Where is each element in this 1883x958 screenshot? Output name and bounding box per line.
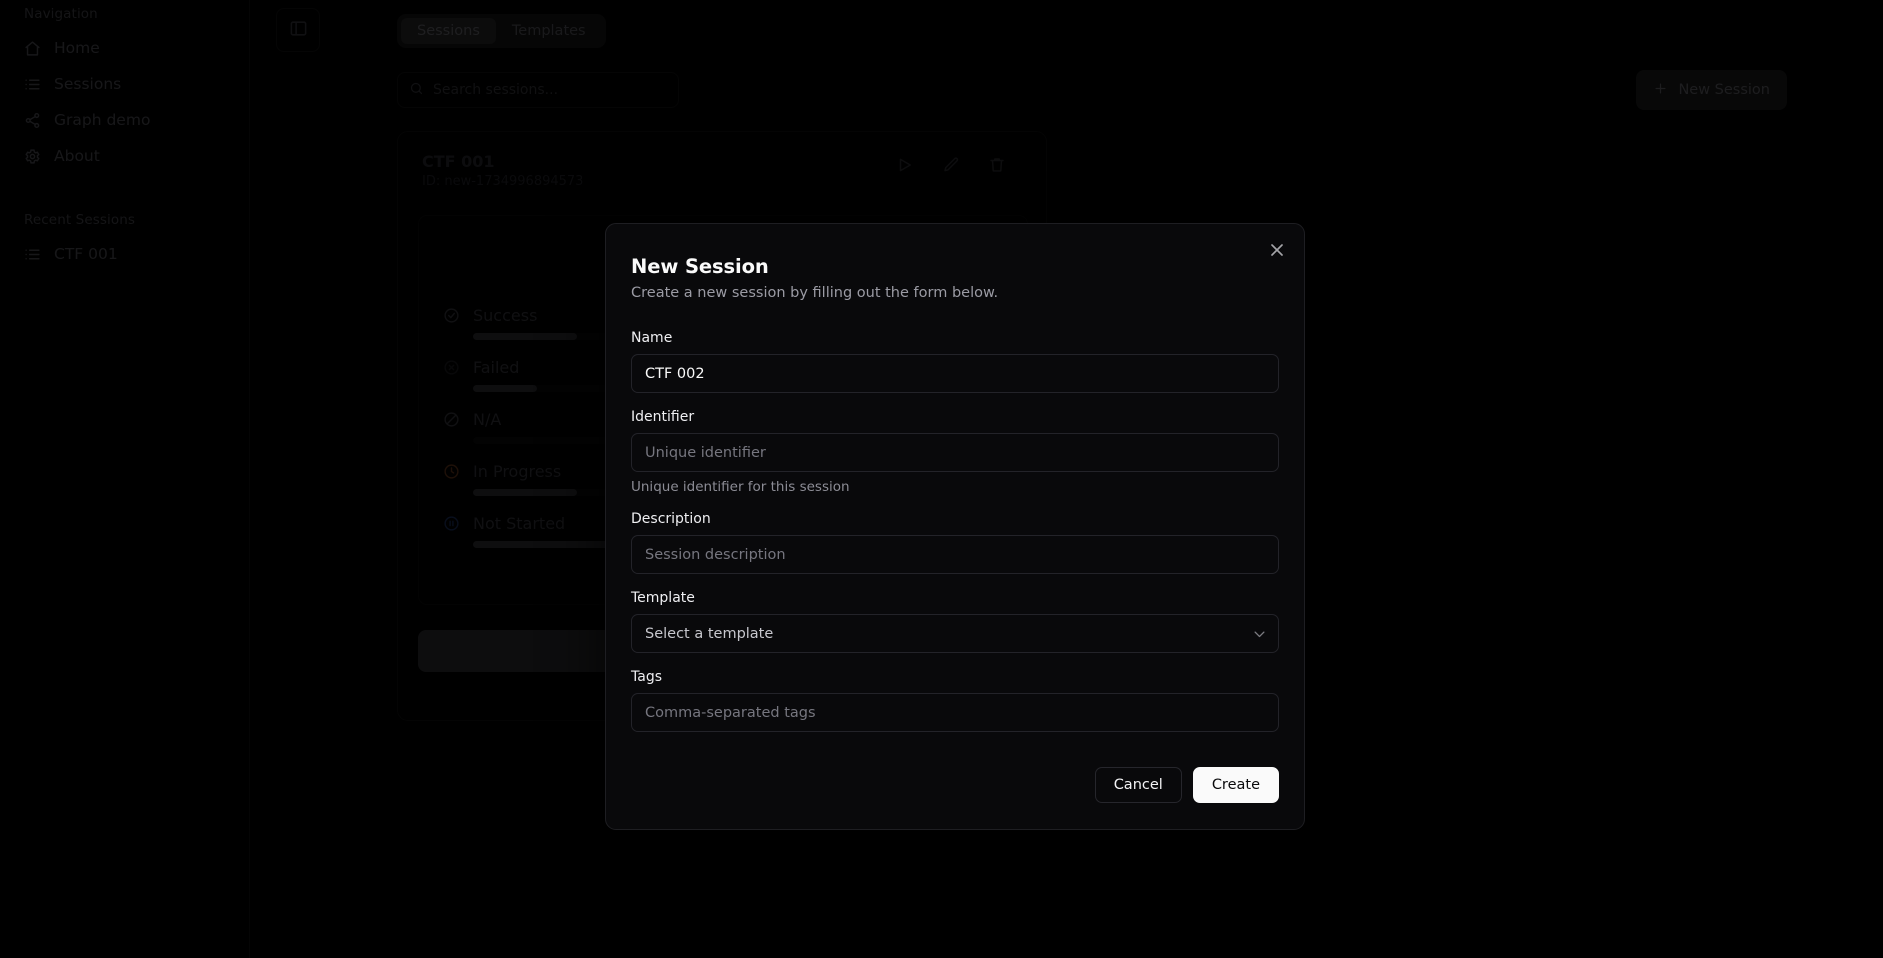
new-session-dialog: New Session Create a new session by fill… <box>605 223 1305 830</box>
tags-label: Tags <box>631 669 1279 685</box>
name-label: Name <box>631 330 1279 346</box>
create-button[interactable]: Create <box>1193 767 1279 803</box>
identifier-label: Identifier <box>631 409 1279 425</box>
field-name: Name <box>631 330 1279 393</box>
dialog-footer: Cancel Create <box>631 767 1279 803</box>
template-select[interactable]: Select a template <box>631 614 1279 653</box>
identifier-input[interactable] <box>631 433 1279 472</box>
tags-input[interactable] <box>631 693 1279 732</box>
name-input[interactable] <box>631 354 1279 393</box>
dialog-title: New Session <box>631 255 1279 278</box>
cancel-button[interactable]: Cancel <box>1095 767 1182 803</box>
template-select-wrapper: Select a template <box>631 614 1279 653</box>
close-icon[interactable] <box>1267 240 1287 260</box>
identifier-hint: Unique identifier for this session <box>631 479 1279 495</box>
field-identifier: Identifier Unique identifier for this se… <box>631 409 1279 495</box>
app-root: Navigation Home Sessions Graph demo Abou… <box>0 0 1883 958</box>
field-description: Description <box>631 511 1279 574</box>
new-session-form: Name Identifier Unique identifier for th… <box>631 330 1279 732</box>
description-input[interactable] <box>631 535 1279 574</box>
dialog-description: Create a new session by filling out the … <box>631 285 1279 301</box>
template-select-value: Select a template <box>645 626 773 642</box>
field-tags: Tags <box>631 669 1279 732</box>
description-label: Description <box>631 511 1279 527</box>
template-label: Template <box>631 590 1279 606</box>
field-template: Template Select a template <box>631 590 1279 653</box>
